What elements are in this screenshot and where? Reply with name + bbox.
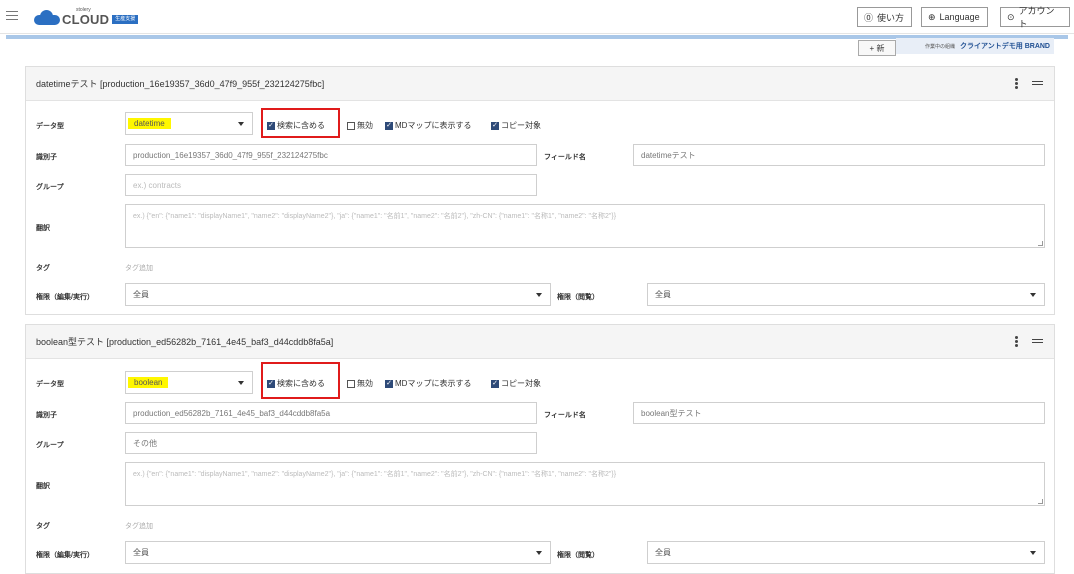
tag-add-link[interactable]: タグ追加 — [125, 521, 153, 531]
identifier-field[interactable]: production_16e19357_36d0_47f9_955f_23212… — [125, 144, 537, 166]
group-label: グループ — [36, 184, 64, 191]
globe-icon: ⊕ — [928, 11, 936, 22]
language-button[interactable]: ⊕ Language — [921, 7, 988, 27]
language-label: Language — [939, 12, 980, 22]
translation-label: 翻訳 — [36, 483, 50, 490]
annotation-box — [261, 362, 340, 399]
perm-edit-label: 権限（編集/実行） — [36, 552, 94, 559]
field-card-datetime: datetimeテスト [production_16e19357_36d0_47… — [25, 66, 1055, 315]
checkbox-md-label: MDマップに表示する — [395, 121, 472, 130]
account-label: アカウント — [1018, 6, 1055, 29]
field-name-label: フィールド名 — [544, 154, 586, 161]
drag-handle-icon[interactable] — [1032, 81, 1043, 86]
tag-add-link[interactable]: タグ追加 — [125, 263, 153, 273]
org-value: クライアントデモ用 BRAND — [960, 43, 1050, 50]
field-name-input[interactable]: boolean型テスト — [633, 402, 1045, 424]
checkbox-disabled-label: 無効 — [357, 121, 373, 130]
checkbox-copy[interactable]: ✓ コピー対象 — [491, 378, 541, 389]
data-type-select[interactable]: boolean — [125, 371, 253, 394]
tag-label: タグ — [36, 265, 50, 272]
chevron-down-icon — [536, 550, 542, 555]
field-name-input[interactable]: datetimeテスト — [633, 144, 1045, 166]
tag-label: タグ — [36, 523, 50, 530]
perm-view-select[interactable]: 全員 — [647, 541, 1045, 564]
checkbox-icon — [347, 379, 355, 388]
checkbox-copy-label: コピー対象 — [501, 121, 541, 130]
new-button[interactable]: + 新 — [858, 40, 896, 56]
card-header: boolean型テスト [production_ed56282b_7161_4e… — [26, 325, 1054, 359]
checkbox-icon — [347, 121, 355, 130]
card-header: datetimeテスト [production_16e19357_36d0_47… — [26, 67, 1054, 101]
data-type-value: datetime — [128, 118, 171, 129]
perm-view-label: 権限（閲覧） — [557, 294, 599, 301]
more-options-icon[interactable] — [1015, 78, 1018, 89]
top-bar: stolery CLOUD 生産支援 ⓪ 使い方 ⊕ Language ⊙ アカ… — [0, 0, 1074, 34]
annotation-box — [261, 108, 340, 138]
logo-word: CLOUD — [62, 12, 110, 27]
translation-label: 翻訳 — [36, 225, 50, 232]
perm-edit-select[interactable]: 全員 — [125, 283, 551, 306]
app-logo[interactable]: stolery CLOUD 生産支援 — [34, 7, 139, 27]
perm-edit-label: 権限（編集/実行） — [36, 294, 94, 301]
card-title: boolean型テスト [production_ed56282b_7161_4e… — [36, 337, 334, 347]
identifier-label: 識別子 — [36, 412, 57, 419]
help-button[interactable]: ⓪ 使い方 — [857, 7, 912, 27]
perm-edit-value: 全員 — [133, 290, 149, 299]
perm-view-value: 全員 — [655, 290, 671, 299]
field-card-boolean: boolean型テスト [production_ed56282b_7161_4e… — [25, 324, 1055, 574]
perm-edit-value: 全員 — [133, 548, 149, 557]
checkbox-disabled-label: 無効 — [357, 379, 373, 388]
checkbox-md-label: MDマップに表示する — [395, 379, 472, 388]
checkbox-icon: ✓ — [491, 121, 499, 130]
org-indicator: 作業中の組織 クライアントデモ用 BRAND — [896, 38, 1054, 54]
chevron-down-icon — [1030, 292, 1036, 297]
card-title: datetimeテスト [production_16e19357_36d0_47… — [36, 79, 325, 89]
data-type-value: boolean — [128, 377, 169, 388]
drag-handle-icon[interactable] — [1032, 339, 1043, 344]
field-name-label: フィールド名 — [544, 412, 586, 419]
translation-textarea[interactable]: ex.) {"en": {"name1": "displayName1", "n… — [125, 462, 1045, 506]
user-icon: ⊙ — [1007, 11, 1015, 22]
translation-placeholder: ex.) {"en": {"name1": "displayName1", "n… — [133, 471, 617, 478]
chevron-down-icon — [536, 292, 542, 297]
chevron-down-icon — [1030, 550, 1036, 555]
identifier-field[interactable]: production_ed56282b_7161_4e45_baf3_d44cd… — [125, 402, 537, 424]
account-button[interactable]: ⊙ アカウント — [1000, 6, 1070, 29]
help-icon: ⓪ — [864, 12, 874, 23]
chevron-down-icon — [238, 380, 244, 385]
logo-badge: 生産支援 — [112, 15, 139, 24]
chevron-down-icon — [238, 121, 244, 126]
checkbox-copy-label: コピー対象 — [501, 379, 541, 388]
checkbox-md-map[interactable]: ✓ MDマップに表示する — [385, 378, 471, 389]
menu-icon[interactable] — [6, 11, 18, 20]
group-label: グループ — [36, 442, 64, 449]
group-input[interactable]: その他 — [125, 432, 537, 454]
checkbox-disabled[interactable]: 無効 — [347, 120, 373, 131]
identifier-label: 識別子 — [36, 154, 57, 161]
data-type-label: データ型 — [36, 123, 64, 130]
group-input[interactable]: ex.) contracts — [125, 174, 537, 196]
perm-view-label: 権限（閲覧） — [557, 552, 599, 559]
translation-placeholder: ex.) {"en": {"name1": "displayName1", "n… — [133, 213, 617, 220]
perm-view-select[interactable]: 全員 — [647, 283, 1045, 306]
checkbox-copy[interactable]: ✓ コピー対象 — [491, 120, 541, 131]
translation-textarea[interactable]: ex.) {"en": {"name1": "displayName1", "n… — [125, 204, 1045, 248]
checkbox-md-map[interactable]: ✓ MDマップに表示する — [385, 120, 471, 131]
resize-handle-icon[interactable] — [1038, 241, 1043, 246]
more-options-icon[interactable] — [1015, 336, 1018, 347]
perm-view-value: 全員 — [655, 548, 671, 557]
data-type-label: データ型 — [36, 381, 64, 388]
checkbox-icon: ✓ — [385, 379, 393, 388]
data-type-select[interactable]: datetime — [125, 112, 253, 135]
org-label: 作業中の組織 — [925, 43, 956, 50]
checkbox-disabled[interactable]: 無効 — [347, 378, 373, 389]
help-label: 使い方 — [877, 12, 905, 23]
cloud-logo-icon — [34, 9, 60, 25]
resize-handle-icon[interactable] — [1038, 499, 1043, 504]
perm-edit-select[interactable]: 全員 — [125, 541, 551, 564]
checkbox-icon: ✓ — [491, 379, 499, 388]
checkbox-icon: ✓ — [385, 121, 393, 130]
